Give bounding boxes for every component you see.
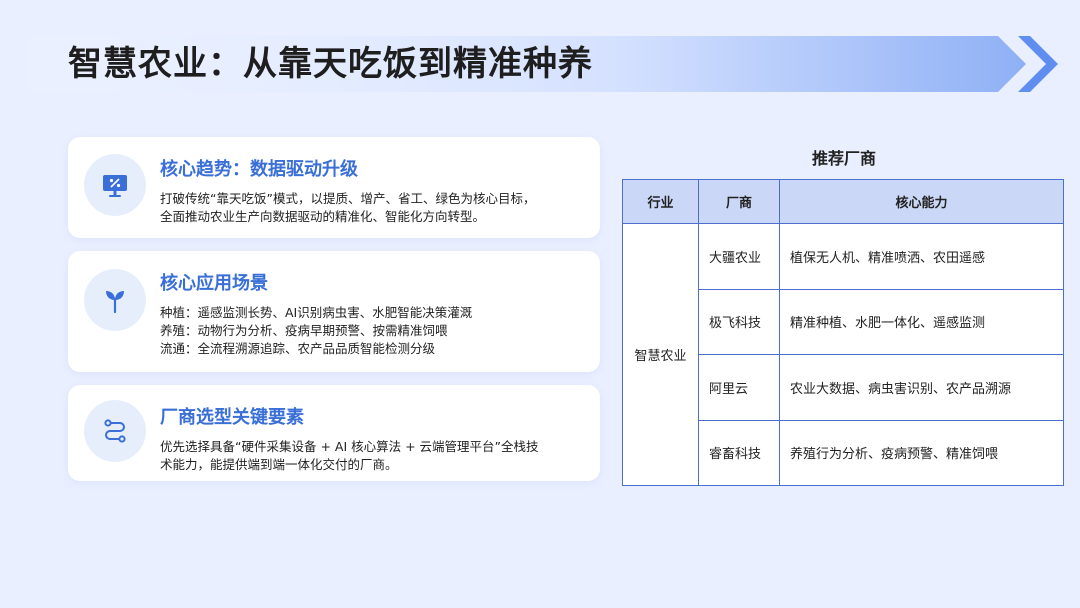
- card-body-line: 全面推动农业生产向数据驱动的精准化、智能化方向转型。: [160, 209, 486, 224]
- capability-cell: 养殖行为分析、疫病预警、精准饲喂: [779, 419, 1064, 486]
- capability-cell: 植保无人机、精准喷洒、农田遥感: [779, 223, 1064, 290]
- card-body: 优先选择具备“硬件采集设备 + AI 核心算法 + 云端管理平台”全栈技 术能力…: [160, 438, 586, 474]
- card-body-line: 养殖：动物行为分析、疫病早期预警、按需精准饲喂: [160, 323, 448, 338]
- column-header-capability: 核心能力: [779, 179, 1064, 224]
- card-body-line: 打破传统“靠天吃饭”模式，以提质、增产、省工、绿色为核心目标，: [160, 191, 536, 206]
- card-application-scenarios: 核心应用场景 种植：遥感监测长势、AI识别病虫害、水肥智能决策灌溉 养殖：动物行…: [68, 251, 600, 372]
- presentation-chart-icon: [84, 154, 146, 216]
- card-body-line: 优先选择具备“硬件采集设备 + AI 核心算法 + 云端管理平台”全栈技: [160, 439, 539, 454]
- table-header-row: 行业 厂商 核心能力: [622, 179, 1064, 224]
- card-title: 核心应用场景: [160, 273, 268, 294]
- vendor-table: 行业 厂商 核心能力 智慧农业 大疆农业 植保无人机、精准喷洒、农田遥感 极飞科…: [622, 179, 1064, 486]
- card-title: 厂商选型关键要素: [160, 407, 304, 428]
- vendor-cell: 极飞科技: [698, 288, 780, 355]
- card-title: 核心趋势：数据驱动升级: [160, 159, 358, 180]
- card-body: 种植：遥感监测长势、AI识别病虫害、水肥智能决策灌溉 养殖：动物行为分析、疫病早…: [160, 304, 586, 358]
- route-icon: [84, 400, 146, 462]
- vendor-cell: 睿畜科技: [698, 419, 780, 486]
- capability-cell: 农业大数据、病虫害识别、农产品溯源: [779, 354, 1064, 421]
- card-vendor-selection: 厂商选型关键要素 优先选择具备“硬件采集设备 + AI 核心算法 + 云端管理平…: [68, 385, 600, 481]
- sprout-icon: [84, 269, 146, 331]
- page-title: 智慧农业：从靠天吃饭到精准种养: [68, 44, 593, 84]
- card-core-trend: 核心趋势：数据驱动升级 打破传统“靠天吃饭”模式，以提质、增产、省工、绿色为核心…: [68, 137, 600, 238]
- vendor-cell: 大疆农业: [698, 223, 780, 290]
- vendor-cell: 阿里云: [698, 354, 780, 421]
- card-body: 打破传统“靠天吃饭”模式，以提质、增产、省工、绿色为核心目标， 全面推动农业生产…: [160, 190, 586, 226]
- column-header-vendor: 厂商: [698, 179, 780, 224]
- card-body-line: 术能力，能提供端到端一体化交付的厂商。: [160, 457, 398, 472]
- industry-cell: 智慧农业: [622, 223, 699, 486]
- capability-cell: 精准种植、水肥一体化、遥感监测: [779, 288, 1064, 355]
- card-body-line: 种植：遥感监测长势、AI识别病虫害、水肥智能决策灌溉: [160, 305, 473, 320]
- table-row: 智慧农业 大疆农业 植保无人机、精准喷洒、农田遥感: [622, 223, 1064, 486]
- column-header-industry: 行业: [622, 179, 699, 224]
- card-body-line: 流通：全流程溯源追踪、农产品品质智能检测分级: [160, 341, 436, 356]
- vendor-table-heading: 推荐厂商: [812, 149, 877, 168]
